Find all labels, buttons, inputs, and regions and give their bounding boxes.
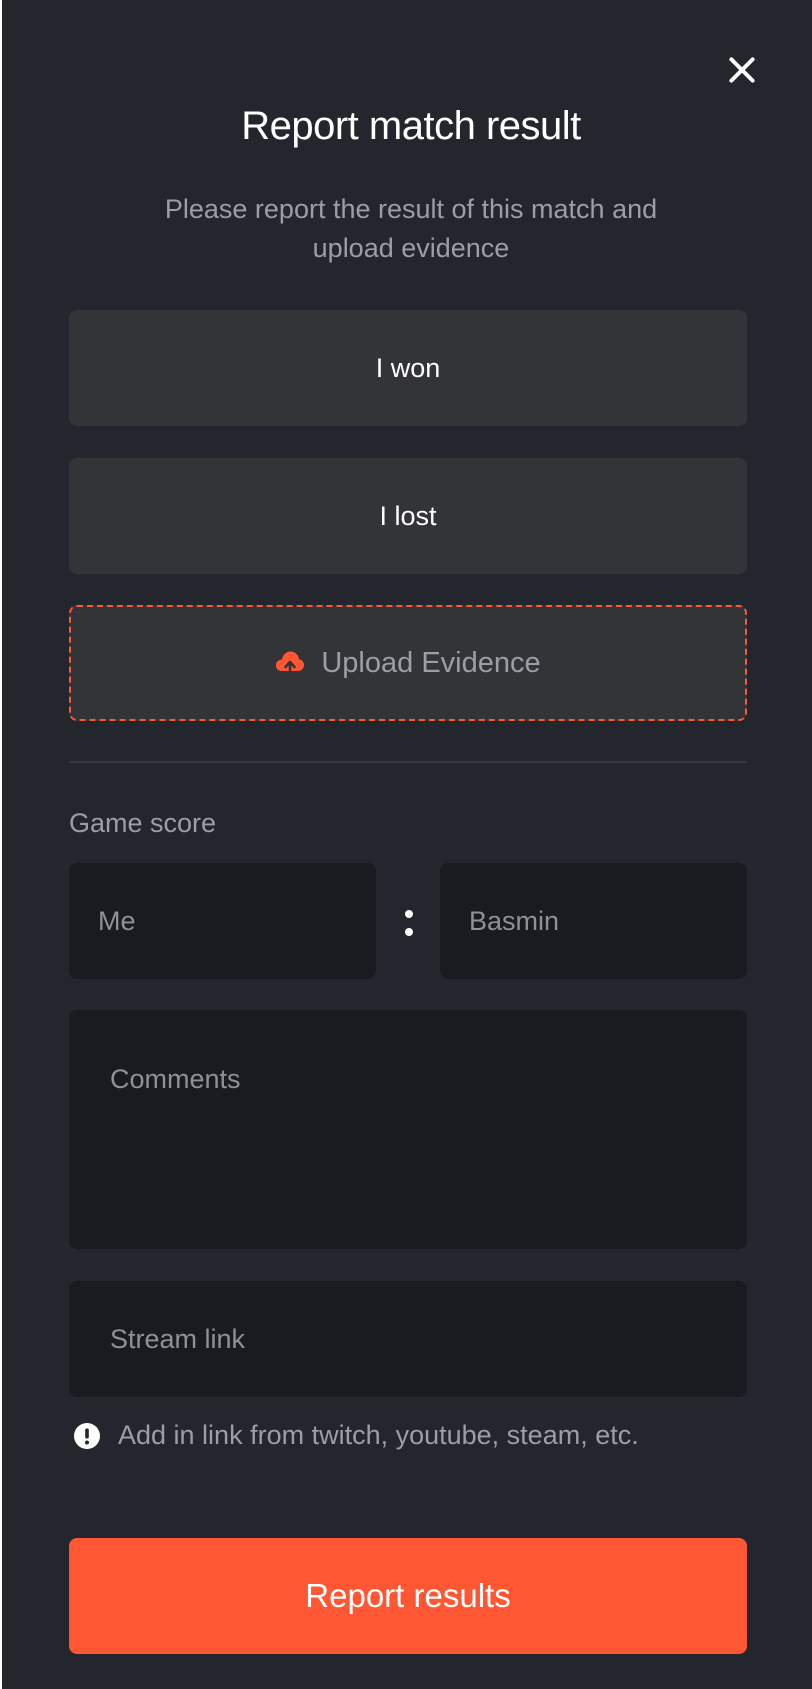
comments-textarea[interactable]: Comments (69, 1010, 747, 1249)
exclamation-circle-icon (74, 1422, 100, 1449)
stream-link-hint: Add in link from twitch, youtube, steam,… (74, 1420, 639, 1451)
dialog-subtitle: Please report the result of this match a… (164, 194, 658, 263)
close-icon[interactable] (724, 52, 760, 88)
upload-evidence-label: Upload Evidence (321, 646, 541, 679)
my-score-input[interactable]: Me (69, 863, 376, 979)
stream-link-hint-text: Add in link from twitch, youtube, steam,… (118, 1420, 639, 1450)
stream-link-input[interactable]: Stream link (69, 1281, 747, 1397)
opponent-score-input[interactable]: Basmin (440, 863, 747, 979)
report-match-dialog: Report match result Please report the re… (2, 0, 812, 1689)
game-score-label: Game score (69, 808, 217, 838)
opponent-score-placeholder: Basmin (469, 905, 560, 936)
my-score-placeholder: Me (98, 905, 136, 936)
dialog-title: Report match result (241, 104, 581, 148)
score-separator (405, 907, 413, 937)
cloud-upload-icon (276, 651, 305, 677)
report-results-button[interactable]: Report results (69, 1538, 747, 1654)
i-won-button[interactable]: I won (69, 310, 747, 426)
stream-link-placeholder: Stream link (110, 1323, 246, 1354)
upload-evidence-button[interactable]: Upload Evidence (69, 605, 747, 721)
i-lost-button[interactable]: I lost (69, 458, 747, 574)
comments-placeholder: Comments (110, 1064, 241, 1094)
section-divider (69, 761, 747, 763)
